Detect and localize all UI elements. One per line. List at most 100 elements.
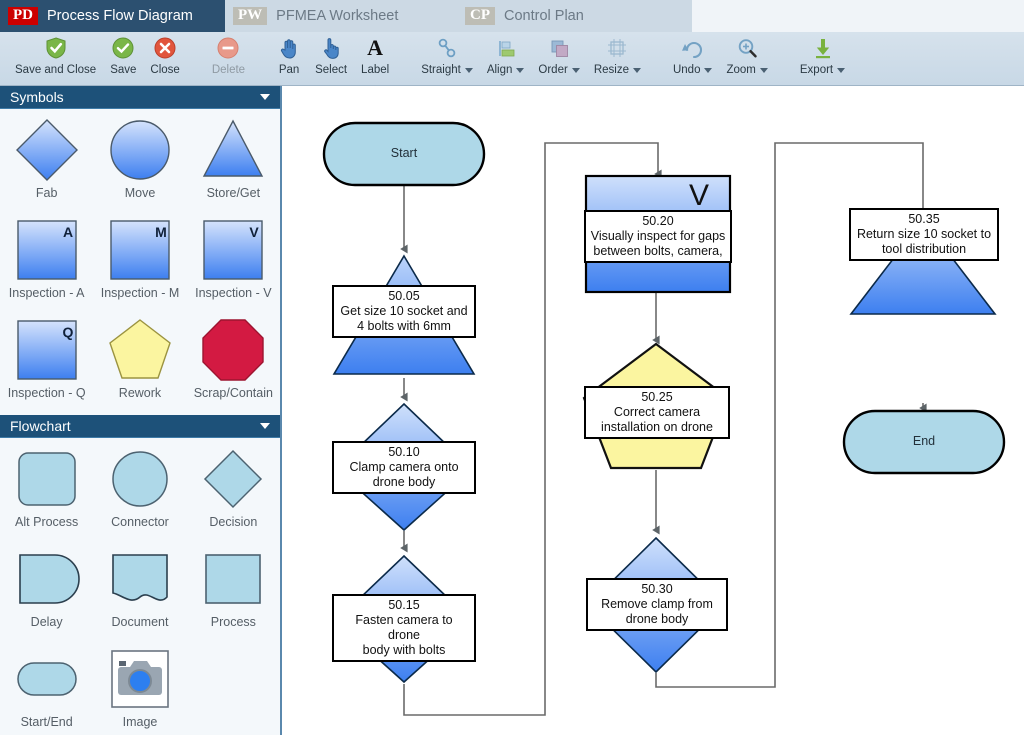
- symbol-inspection-a[interactable]: A Inspection - A: [0, 215, 93, 315]
- tab-process-flow-diagram[interactable]: PD Process Flow Diagram: [0, 0, 225, 32]
- chevron-down-icon[interactable]: [704, 67, 713, 73]
- toolbar-button-close[interactable]: Close: [143, 32, 186, 85]
- toolbar-label-align: Align: [487, 64, 525, 76]
- node-end[interactable]: [842, 409, 1006, 475]
- toolbar-button-pan[interactable]: Pan: [270, 32, 308, 85]
- node-number-5020: 50.20: [642, 214, 674, 228]
- panel-header-symbols[interactable]: Symbols: [0, 86, 280, 109]
- square-blue: M: [106, 215, 174, 285]
- symbol-alt-process[interactable]: Alt Process: [0, 444, 93, 544]
- toolbar-label-close: Close: [150, 64, 179, 76]
- chevron-down-icon[interactable]: [571, 67, 580, 73]
- node-label-5005[interactable]: 50.05 Get size 10 socket and 4 bolts wit…: [332, 285, 476, 338]
- tab-badge-pw: PW: [233, 7, 268, 25]
- chevron-down-icon[interactable]: [260, 423, 270, 429]
- node-label-5035[interactable]: 50.35 Return size 10 socket to tool dist…: [849, 208, 999, 261]
- symbol-inspection-m[interactable]: M Inspection - M: [93, 215, 186, 315]
- symbol-grid-symbols: Fab Move Store/Get A Inspection - A M Inspecti…: [0, 109, 280, 415]
- node-label-5015[interactable]: 50.15 Fasten camera to drone body with b…: [332, 594, 476, 662]
- toolbar-button-save-and-close[interactable]: Save and Close: [8, 32, 103, 85]
- toolbar-button-resize[interactable]: Resize: [587, 32, 648, 85]
- chevron-down-icon[interactable]: [464, 67, 473, 73]
- symbol-label-inspection-q: Inspection - Q: [7, 386, 86, 400]
- symbol-grid-flowchart: Alt Process Connector Decision Delay Documen…: [0, 438, 280, 735]
- node-label-5025[interactable]: 50.25 Correct camera installation on dro…: [584, 386, 730, 439]
- letter-a-icon: A: [367, 35, 384, 60]
- chevron-down-icon[interactable]: [516, 67, 525, 73]
- toolbar-label-text-pan: Pan: [278, 64, 300, 76]
- triangle-blue: [199, 115, 267, 185]
- toolbar-button-label[interactable]: A Label: [354, 32, 396, 85]
- shield-check-icon: [44, 35, 68, 61]
- node-label-5030[interactable]: 50.30 Remove clamp from drone body: [586, 578, 728, 631]
- symbol-document[interactable]: Document: [93, 544, 186, 644]
- check-circle-icon: [111, 35, 135, 61]
- chevron-down-icon[interactable]: [759, 67, 768, 73]
- tab-control-plan[interactable]: CP Control Plan: [457, 0, 692, 32]
- toolbar-button-export[interactable]: Export: [793, 32, 852, 85]
- node-label-5010[interactable]: 50.10 Clamp camera onto drone body: [332, 441, 476, 494]
- tab-badge-pd: PD: [8, 7, 38, 25]
- node-number-5030: 50.30: [641, 582, 673, 596]
- toolbar-button-save[interactable]: Save: [103, 32, 143, 85]
- symbol-store-get[interactable]: Store/Get: [187, 115, 280, 215]
- node-label-5020[interactable]: 50.20 Visually inspect for gaps between …: [584, 210, 732, 263]
- panel-header-flowchart[interactable]: Flowchart: [0, 415, 280, 438]
- toolbar-button-delete[interactable]: Delete: [205, 32, 252, 85]
- no-entry-icon: [216, 35, 240, 61]
- node-text-5020-line1: Visually inspect for gaps: [590, 229, 726, 243]
- toolbar-label-text-zoom: Zoom: [726, 64, 756, 76]
- octagon-red: [199, 315, 267, 385]
- main-toolbar: Save and Close Save Close Delete Pan Select A L…: [0, 32, 1024, 86]
- tab-label-pd: Process Flow Diagram: [47, 8, 193, 24]
- node-text-5035-line2: tool distribution: [881, 242, 967, 256]
- symbol-image[interactable]: Image: [93, 644, 186, 735]
- symbol-decision[interactable]: Decision: [187, 444, 280, 544]
- node-text-5030-line1: Remove clamp from: [601, 597, 713, 611]
- node-text-5035-line1: Return size 10 socket to: [856, 227, 992, 241]
- node-text-5005-line2: 4 bolts with 6mm: [357, 319, 451, 333]
- symbol-rework[interactable]: Rework: [93, 315, 186, 415]
- symbol-label-alt-process: Alt Process: [15, 515, 79, 529]
- svg-text:V: V: [250, 224, 260, 240]
- node-text-5025-line1: Correct camera: [613, 405, 701, 419]
- chevron-down-icon[interactable]: [260, 94, 270, 100]
- toolbar-button-straight[interactable]: Straight: [414, 32, 480, 85]
- toolbar-button-zoom[interactable]: Zoom: [719, 32, 774, 85]
- square-blue: Q: [13, 315, 81, 385]
- chevron-down-icon[interactable]: [837, 67, 846, 73]
- symbol-connector[interactable]: Connector: [93, 444, 186, 544]
- chevron-down-icon[interactable]: [632, 67, 641, 73]
- toolbar-label-text-undo: Undo: [672, 64, 701, 76]
- toolbar-button-undo[interactable]: Undo: [666, 32, 720, 85]
- toolbar-button-select[interactable]: Select: [308, 32, 354, 85]
- symbol-delay[interactable]: Delay: [0, 544, 93, 644]
- symbol-process[interactable]: Process: [187, 544, 280, 644]
- symbol-label-delay: Delay: [30, 615, 63, 629]
- node-start[interactable]: [322, 121, 486, 187]
- tab-label-cp: Control Plan: [504, 8, 584, 24]
- node-number-5015: 50.15: [388, 598, 420, 612]
- svg-text:A: A: [63, 224, 73, 240]
- symbol-move[interactable]: Move: [93, 115, 186, 215]
- tab-pfmea-worksheet[interactable]: PW PFMEA Worksheet: [225, 0, 457, 32]
- toolbar-label-text-label: Label: [361, 64, 390, 76]
- diamond-blue: [13, 115, 81, 185]
- circle-blue: [106, 115, 174, 185]
- symbol-fab[interactable]: Fab: [0, 115, 93, 215]
- toolbar-label-text-export: Export: [799, 64, 834, 76]
- symbol-inspection-v[interactable]: V Inspection - V: [187, 215, 280, 315]
- toolbar-button-order[interactable]: Order: [531, 32, 586, 85]
- delay-lightblue: [13, 544, 81, 614]
- symbol-scrap-contain[interactable]: Scrap/Contain: [187, 315, 280, 415]
- resize-grid-icon: [605, 35, 629, 61]
- symbol-inspection-q[interactable]: Q Inspection - Q: [0, 315, 93, 415]
- node-text-5015-line2: body with bolts: [362, 643, 446, 657]
- toolbar-button-align[interactable]: Align: [480, 32, 532, 85]
- toolbar-label-zoom: Zoom: [726, 64, 768, 76]
- node-number-5025: 50.25: [641, 390, 673, 404]
- diagram-canvas[interactable]: V Start End 50.05 Get size 10 socket and…: [284, 86, 1024, 735]
- symbol-start-end[interactable]: Start/End: [0, 644, 93, 735]
- node-text-5030-line2: drone body: [625, 612, 689, 626]
- node-text-5025-line2: installation on drone: [601, 420, 713, 434]
